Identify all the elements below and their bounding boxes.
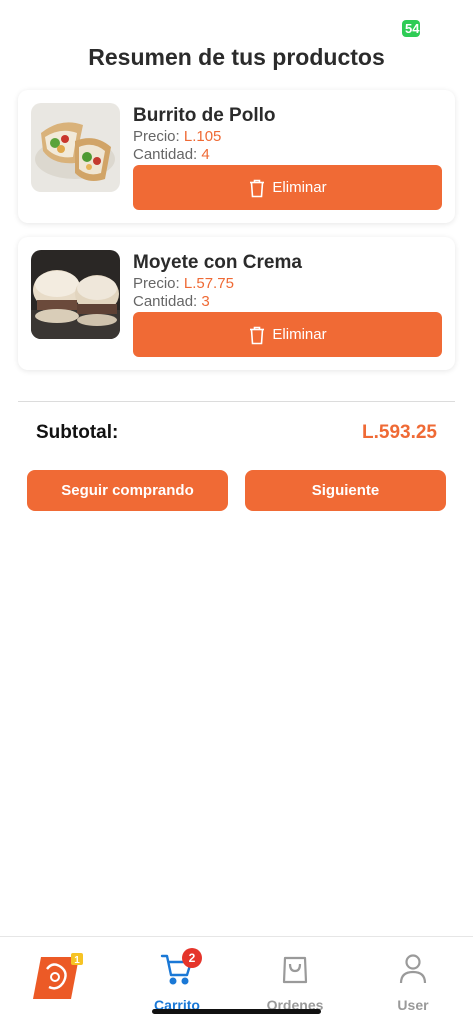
product-price: Precio: L.105 xyxy=(133,128,222,145)
user-icon xyxy=(399,954,427,984)
product-image-moyete xyxy=(31,250,120,339)
cart-count-badge: 2 xyxy=(182,948,202,968)
product-quantity: Cantidad: 4 xyxy=(133,146,210,163)
product-quantity: Cantidad: 3 xyxy=(133,293,210,310)
subtotal-value: L.593.25 xyxy=(362,422,437,443)
continue-shopping-button[interactable]: Seguir comprando xyxy=(27,470,228,511)
product-name: Burrito de Pollo xyxy=(133,105,276,126)
page-title: Resumen de tus productos xyxy=(88,44,385,70)
svg-text:1: 1 xyxy=(74,955,80,966)
tab-user[interactable]: User xyxy=(354,937,472,1024)
product-name: Moyete con Crema xyxy=(133,252,302,273)
brand-logo-icon: 1 xyxy=(33,953,83,999)
product-price: Precio: L.57.75 xyxy=(133,275,234,292)
cart-item: Burrito de Pollo Precio: L.105 Cantidad:… xyxy=(18,90,455,223)
delete-button[interactable]: Eliminar xyxy=(133,165,442,210)
next-button[interactable]: Siguiente xyxy=(245,470,446,511)
product-image-burrito xyxy=(31,103,120,192)
shopping-bag-icon xyxy=(282,956,308,984)
trash-icon xyxy=(250,179,265,197)
delete-button[interactable]: Eliminar xyxy=(133,312,442,357)
home-indicator xyxy=(152,1009,321,1014)
divider xyxy=(18,401,455,402)
subtotal-label: Subtotal: xyxy=(36,422,119,443)
battery-indicator: 54 xyxy=(402,20,420,37)
trash-icon xyxy=(250,326,265,344)
tab-home-logo[interactable]: 1 xyxy=(0,937,118,1024)
cart-item: Moyete con Crema Precio: L.57.75 Cantida… xyxy=(18,237,455,370)
tab-user-label: User xyxy=(397,997,429,1013)
